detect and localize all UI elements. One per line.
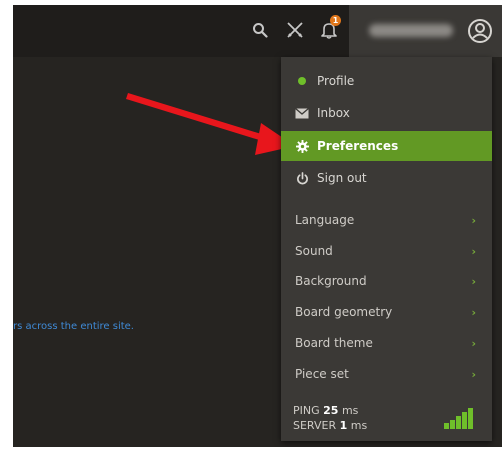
menu-item-piece-set[interactable]: Piece set › [281,359,492,389]
envelope-icon [295,106,309,120]
signal-bar [450,420,455,429]
bell-icon[interactable]: 1 [318,15,341,41]
server-unit: ms [350,419,368,432]
server-label: SERVER [293,419,337,432]
gear-icon [295,139,309,153]
user-circle-icon[interactable] [467,18,493,44]
menu-item-sign-out[interactable]: Sign out [281,163,492,193]
ping-value: 25 [323,404,339,417]
chevron-right-icon: › [471,367,476,381]
ping-line: PING 25 ms [293,403,367,418]
menu-item-inbox[interactable]: Inbox [281,98,492,128]
menu-item-label: Board geometry [295,305,393,319]
username-blurred [369,24,453,37]
chevron-right-icon: › [471,336,476,350]
menu-item-label: Board theme [295,336,373,350]
menu-item-profile[interactable]: Profile [281,66,492,96]
menu-item-board-theme[interactable]: Board theme › [281,328,492,358]
connection-status: PING 25 ms SERVER 1 ms [293,403,367,433]
menu-item-sound[interactable]: Sound › [281,236,492,266]
signal-bar [456,416,461,429]
chevron-right-icon: › [471,213,476,227]
menu-item-background[interactable]: Background › [281,266,492,296]
menu-item-preferences[interactable]: Preferences [281,131,492,161]
signal-strength-icon [444,407,474,429]
app-frame: 1 rs across the entire site. Profile Inb… [13,5,502,447]
chevron-right-icon: › [471,274,476,288]
ping-unit: ms [341,404,359,417]
menu-item-language[interactable]: Language › [281,205,492,235]
site-info-text: rs across the entire site. [13,321,134,332]
signal-bar [468,408,473,429]
server-value: 1 [339,419,348,432]
menu-item-label: Profile [317,74,355,88]
server-line: SERVER 1 ms [293,418,367,433]
menu-item-label: Piece set [295,367,349,381]
ping-label: PING [293,404,320,417]
menu-item-label: Sound [295,244,333,258]
menu-item-board-geometry[interactable]: Board geometry › [281,297,492,327]
notification-badge: 1 [330,15,341,26]
menu-item-label: Inbox [317,106,350,120]
top-navigation-bar: 1 [13,5,502,57]
menu-item-label: Language [295,213,355,227]
swords-icon[interactable] [284,19,306,41]
user-menu-toggle[interactable] [349,5,502,57]
chevron-right-icon: › [471,244,476,258]
signal-bar [444,423,449,429]
online-dot-icon [295,74,309,88]
menu-item-label: Background [295,274,367,288]
power-icon [295,171,309,185]
menu-item-label: Sign out [317,171,367,185]
user-dropdown-menu: Profile Inbox Preferences Sign out Langu… [281,57,492,441]
menu-item-label: Preferences [317,139,399,153]
chevron-right-icon: › [471,305,476,319]
signal-bar [462,412,467,429]
search-icon[interactable] [249,19,271,41]
